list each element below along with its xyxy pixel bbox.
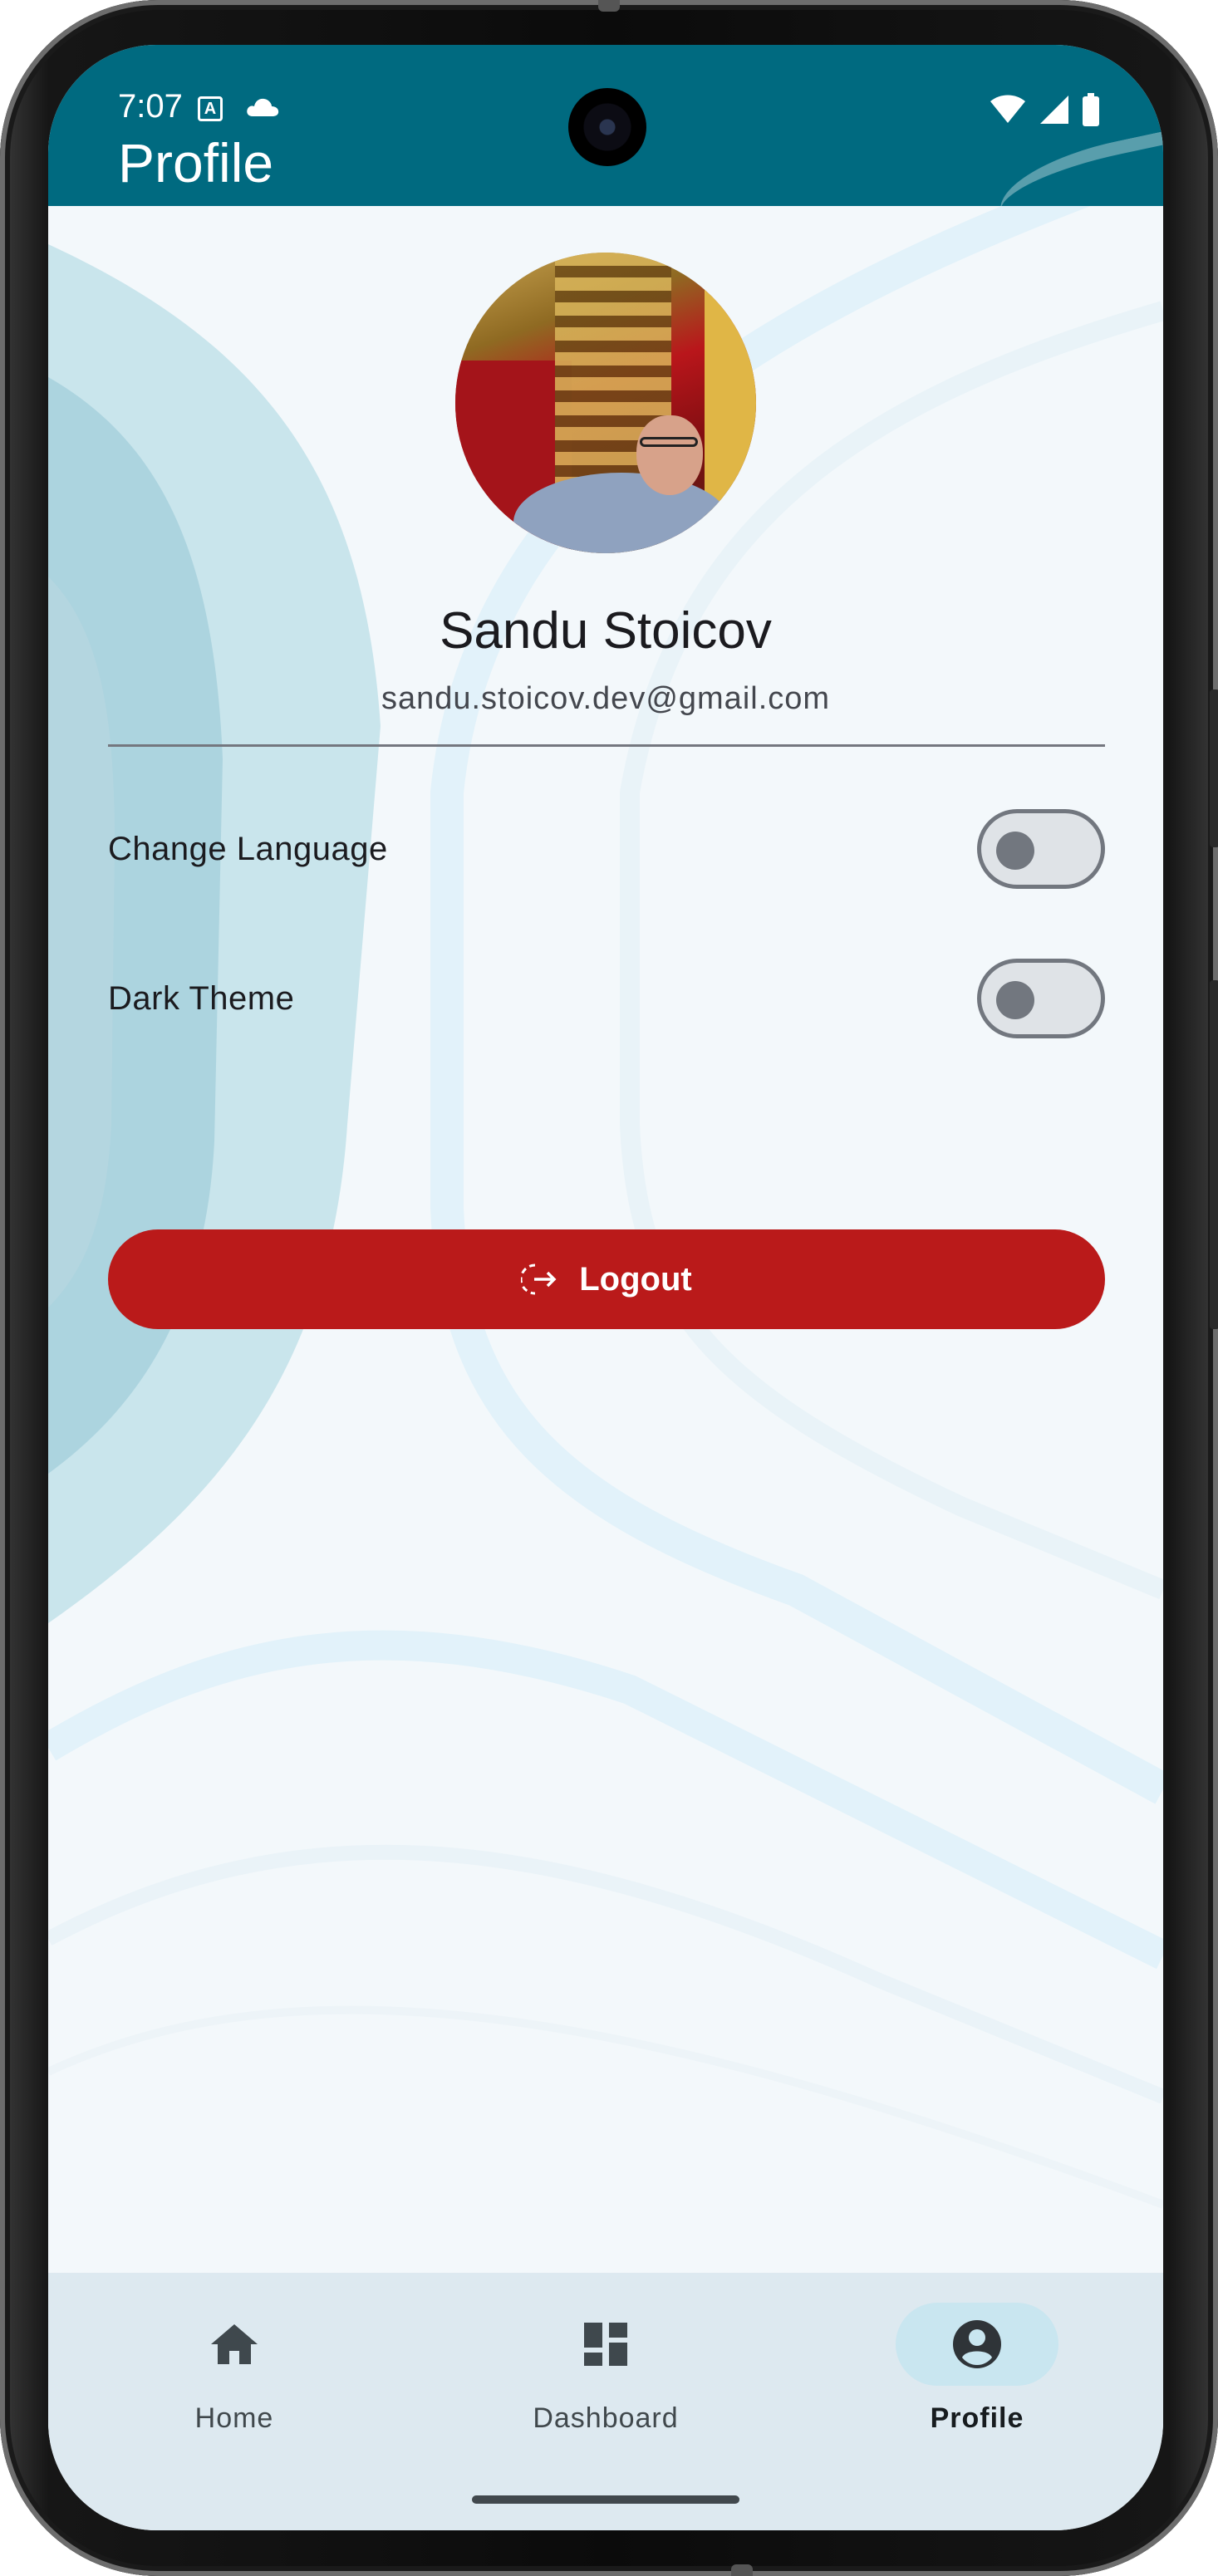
page-title: Profile — [118, 132, 274, 194]
home-icon — [211, 2324, 258, 2364]
nav-item-dashboard[interactable]: Dashboard — [481, 2303, 730, 2452]
wifi-icon — [990, 95, 1025, 123]
volume-button — [1210, 980, 1218, 1329]
logout-icon — [521, 1263, 557, 1295]
status-time: 7:07 — [118, 88, 183, 125]
logout-label: Logout — [579, 1260, 692, 1298]
phone-frame: 7:07 A Profile Sandu Stoicov sandu.stoic… — [0, 0, 1218, 2576]
nav-item-profile[interactable]: Profile — [852, 2303, 1102, 2452]
avatar — [455, 253, 756, 553]
account-circle-icon — [953, 2320, 1001, 2368]
nav-label: Profile — [930, 2402, 1024, 2434]
toggle-knob — [996, 832, 1034, 870]
user-name: Sandu Stoicov — [440, 602, 772, 660]
logout-button[interactable]: Logout — [108, 1229, 1105, 1329]
status-icons — [989, 93, 1100, 126]
nav-label: Home — [194, 2402, 274, 2434]
divider — [108, 744, 1105, 747]
cloud-icon — [247, 98, 279, 116]
setting-row-dark-theme: Dark Theme — [108, 957, 1105, 1040]
frame-notch-bottom — [731, 2564, 753, 2576]
bottom-navigation: Home Dashboard Profile — [48, 2273, 1163, 2530]
front-camera — [568, 88, 646, 166]
a-notification-icon: A — [198, 96, 223, 121]
setting-row-change-language: Change Language — [108, 807, 1105, 891]
header-decoration — [991, 122, 1163, 206]
avatar-glasses — [640, 437, 698, 447]
user-email: sandu.stoicov.dev@gmail.com — [381, 681, 831, 716]
frame-notch-top — [598, 0, 620, 12]
toggle-knob — [996, 981, 1034, 1019]
nav-item-home[interactable]: Home — [110, 2303, 359, 2452]
change-language-toggle[interactable] — [977, 809, 1105, 889]
power-button — [1210, 689, 1218, 847]
setting-label: Change Language — [108, 830, 388, 867]
avatar-face — [636, 415, 703, 495]
nav-label: Dashboard — [533, 2402, 679, 2434]
dashboard-icon — [584, 2323, 627, 2366]
battery-icon — [1083, 93, 1099, 126]
dark-theme-toggle[interactable] — [977, 959, 1105, 1038]
signal-icon — [1040, 96, 1068, 124]
setting-label: Dark Theme — [108, 979, 295, 1017]
screen: 7:07 A Profile Sandu Stoicov sandu.stoic… — [48, 45, 1163, 2530]
gesture-bar[interactable] — [472, 2495, 739, 2504]
